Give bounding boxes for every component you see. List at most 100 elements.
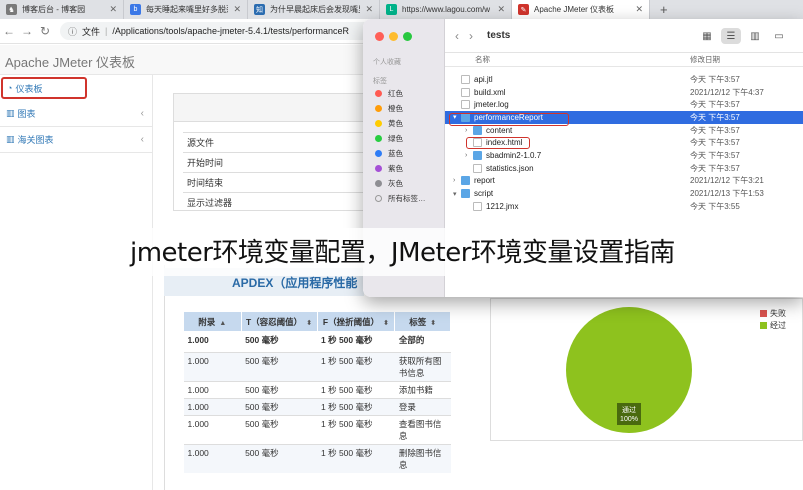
requests-summary-chart-panel: 通过 100% [490,298,803,441]
tag-dot [375,120,382,127]
bar-chart-icon: ▥ [6,108,15,118]
chevron-left-icon[interactable]: ‹ [455,29,459,43]
file-icon [473,201,482,211]
table-cell: 1 秒 500 毫秒 [317,381,395,399]
icon-view-icon[interactable]: ▦ [697,28,717,44]
address-bar[interactable]: ⓘ 文件 | /Applications/tools/apache-jmeter… [60,22,390,40]
tag-item-purple[interactable]: 紫色 [375,163,403,174]
tag-item-blue[interactable]: 蓝色 [375,148,403,159]
folder-icon [461,189,470,199]
browser-tab[interactable]: b 每天睡起来嘴里好多脱落的 ✕ [124,0,248,19]
tag-item-gray[interactable]: 灰色 [375,178,403,189]
chevron-right-icon[interactable]: › [469,29,473,43]
browser-tab[interactable]: ♞ 博客后台 - 博客园 ✕ [0,0,124,19]
sidebar-item-dashboard[interactable]: ◔ 仪表板 [1,77,87,99]
panel-heading [174,94,367,122]
apdex-table: 附录 ▲ T（容忍阈值） ⬍ F（挫折阈值） ⬍ 标签 ⬍ 1.000 500 毫秒 1… [183,311,451,473]
column-header[interactable]: T（容忍阈值） ⬍ [240,311,318,332]
column-view-icon[interactable]: ▥ [745,28,765,44]
back-arrow-icon[interactable]: ← [0,24,18,38]
site-icon: 知 [254,4,265,15]
bar-chart-icon: ▥ [6,134,15,144]
tag-item-red[interactable]: 红色 [375,88,403,99]
caption-text: jmeter环境变量配置，JMeter环境变量设置指南 [130,238,675,268]
sidebar-item-custom-charts[interactable]: ▥ 海关图表 ‹ [0,127,152,153]
tag-label: 红色 [388,89,403,98]
legend-swatch [760,321,767,329]
legend-item-pass[interactable]: 经过 [760,319,786,331]
info-icon[interactable]: ⓘ [68,25,77,38]
file-icon [461,74,470,84]
brand-title[interactable]: Apache JMeter 仪表板 [5,52,135,71]
disclosure-collapsed-icon[interactable]: › [465,127,467,134]
column-header[interactable]: 标签 ⬍ [394,311,451,332]
info-row: 显示过滤器 [183,192,368,212]
close-icon[interactable]: ✕ [635,4,643,15]
folder-row[interactable]: › report 2021/12/12 下午3:21 [445,175,803,188]
file-date: 今天 下午3:57 [690,125,740,135]
tab-label: 博客后台 - 博客园 [22,5,86,14]
info-row: 源文件 [183,132,368,152]
sidebar-item-label: 仪表板 [15,83,43,94]
column-header[interactable]: 附录 ▲ [183,311,242,332]
file-date: 今天 下午3:57 [690,74,740,84]
close-icon[interactable]: ✕ [497,4,505,15]
close-icon[interactable]: ✕ [109,4,117,15]
column-header-label: 标签 [409,316,427,327]
sidebar-section-favorites: 个人收藏 [373,59,401,66]
folder-row[interactable]: › sbadmin2-1.0.7 今天 下午3:57 [445,149,803,162]
file-name: jmeter.log [474,100,509,110]
tag-item-orange[interactable]: 橙色 [375,103,403,114]
sidebar-item-charts[interactable]: ▥ 图表 ‹ [0,101,152,127]
tag-item-green[interactable]: 绿色 [375,133,403,144]
browser-tab-active[interactable]: ✎ Apache JMeter 仪表板 ✕ [512,0,650,19]
tag-dot [375,150,382,157]
tag-item-all[interactable]: 所有标签… [375,193,426,204]
disclosure-collapsed-icon[interactable]: › [465,152,467,159]
highlight-box [449,113,569,126]
legend-item-fail[interactable]: 失败 [760,307,786,319]
sort-asc-icon: ▲ [219,319,227,327]
file-name: 1212.jmx [486,201,519,211]
file-row[interactable]: 1212.jmx 今天 下午3:55 [445,200,803,213]
browser-tab-bar: ♞ 博客后台 - 博客园 ✕ b 每天睡起来嘴里好多脱落的 ✕ 知 为什早晨起床… [0,0,803,19]
list-view-icon[interactable]: ☰ [721,28,741,44]
close-icon[interactable]: ✕ [365,4,373,15]
jmeter-icon: ✎ [518,4,529,15]
zoom-window-button[interactable] [403,32,412,41]
tab-label: https://www.lagou.com/w [402,5,491,14]
minimize-window-button[interactable] [389,32,398,41]
table-cell: 1 秒 500 毫秒 [317,331,395,353]
file-row[interactable]: build.xml 2021/12/12 下午4:37 [445,86,803,99]
tag-item-yellow[interactable]: 黄色 [375,118,403,129]
folder-row[interactable]: ▾ script 2021/12/13 下午1:53 [445,187,803,200]
tag-dot [375,135,382,142]
disclosure-expanded-icon[interactable]: ▾ [453,190,457,198]
close-icon[interactable]: ✕ [233,4,241,15]
table-row: 1.000 500 毫秒 1 秒 500 毫秒 删除图书信息 [183,444,451,473]
data-label-name: 通过 [622,405,636,414]
gallery-view-icon[interactable]: ▭ [769,28,789,44]
test-info-table: 源文件 开始时间 时间结束 显示过滤器 [183,132,368,212]
file-name: api.jtl [474,74,493,84]
table-cell: 查看图书信息 [394,415,451,445]
tab-label: 每天睡起来嘴里好多脱落的 [146,5,228,14]
file-row[interactable]: statistics.json 今天 下午3:57 [445,162,803,175]
file-row[interactable]: jmeter.log 今天 下午3:57 [445,98,803,111]
column-header-name[interactable]: 名称 [475,54,490,65]
column-header-date[interactable]: 修改日期 [690,54,720,65]
reload-icon[interactable]: ↻ [36,24,54,38]
window-controls [375,32,417,41]
browser-tab[interactable]: L https://www.lagou.com/w ✕ [380,0,512,19]
table-cell: 1.000 [183,331,242,353]
tag-dot [375,105,382,112]
column-header[interactable]: F（挫折阈值） ⬍ [316,311,396,332]
file-row[interactable]: api.jtl 今天 下午3:57 [445,73,803,86]
close-window-button[interactable] [375,32,384,41]
dashboard-icon: ◔ [7,83,13,93]
table-cell: 添加书籍 [394,381,451,399]
new-tab-button[interactable]: + [650,0,678,19]
disclosure-collapsed-icon[interactable]: › [453,177,455,184]
forward-arrow-icon[interactable]: → [18,24,36,38]
browser-tab[interactable]: 知 为什早晨起床后会发现嘴里 ✕ [248,0,380,19]
